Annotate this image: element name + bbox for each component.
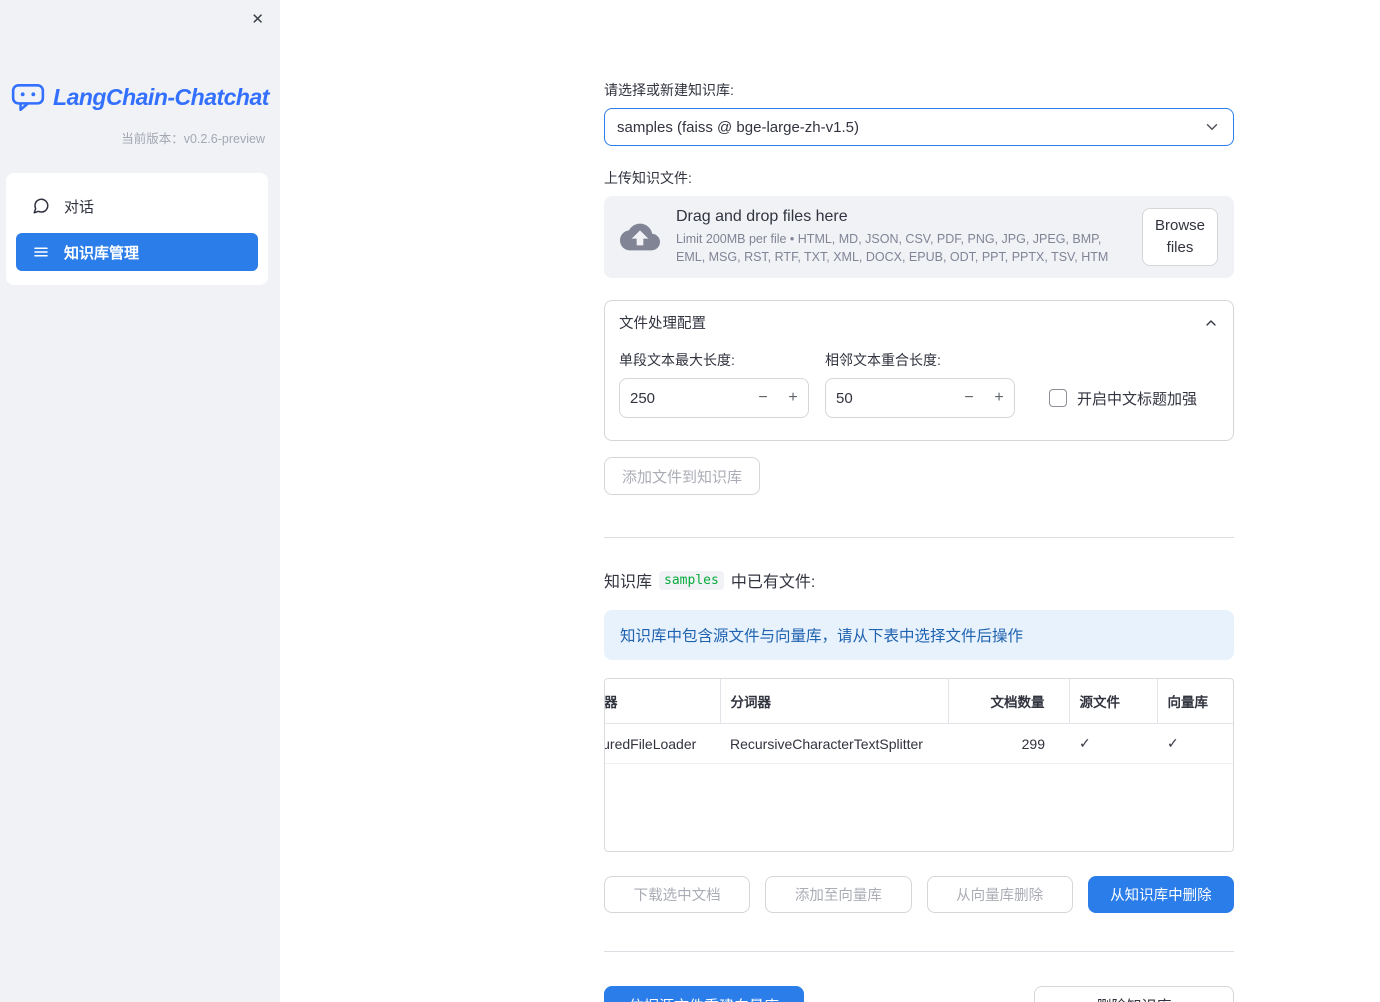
cell-source-file-check: ✓ <box>1069 723 1157 764</box>
chevron-up-icon <box>1203 315 1219 331</box>
overlap-size-label: 相邻文本重合长度: <box>825 352 941 368</box>
add-to-vectorstore-button[interactable]: 添加至向量库 <box>765 876 912 913</box>
kb-name-code: samples <box>659 570 724 590</box>
main-area: 请选择或新建知识库: samples (faiss @ bge-large-zh… <box>280 0 1380 1002</box>
chat-bubble-logo-icon <box>11 82 45 112</box>
file-config-expander: 文件处理配置 单段文本最大长度: − + 相邻文本重合 <box>604 300 1234 441</box>
existing-files-suffix: 中已有文件: <box>730 574 816 591</box>
zh-title-enhance-field: 开启中文标题加强 <box>1031 378 1197 418</box>
dropzone-limit-text: Limit 200MB per file • HTML, MD, JSON, C… <box>676 231 1109 264</box>
chunk-size-label: 单段文本最大长度: <box>619 352 735 368</box>
col-header-doc-count: 文档数量 <box>948 679 1070 724</box>
kb-selectbox[interactable]: samples (faiss @ bge-large-zh-v1.5) <box>604 108 1234 146</box>
cell-loader: UnstructuredFileLoader <box>605 723 720 764</box>
col-header-loader: 文档加载器 <box>605 679 721 724</box>
download-selected-button[interactable]: 下载选中文档 <box>604 876 751 913</box>
existing-files-prefix: 知识库 <box>604 574 653 591</box>
overlap-decrement-button[interactable]: − <box>954 379 984 417</box>
config-expander-header[interactable]: 文件处理配置 <box>605 301 1233 344</box>
chunk-size-increment-button[interactable]: + <box>778 379 808 417</box>
table-row[interactable]: UnstructuredFileLoader RecursiveCharacte… <box>605 723 1233 764</box>
delete-kb-button[interactable]: 删除知识库 <box>1034 986 1234 1002</box>
dropzone-title: Drag and drop files here <box>676 207 848 225</box>
overlap-increment-button[interactable]: + <box>984 379 1014 417</box>
list-icon <box>32 243 50 261</box>
existing-files-line: 知识库 samples 中已有文件: <box>604 568 1234 592</box>
divider <box>604 537 1234 538</box>
sidebar-item-label: 知识库管理 <box>64 244 140 262</box>
sidebar-item-kb-management[interactable]: 知识库管理 <box>16 233 258 271</box>
browse-files-button[interactable]: Browse files <box>1142 208 1218 266</box>
cell-doc-count: 299 <box>948 723 1069 764</box>
sidebar-item-label: 对话 <box>64 198 95 216</box>
kb-footer-actions: 依据源文件重建向量库 删除知识库 <box>604 986 1234 1002</box>
config-expander-title: 文件处理配置 <box>619 316 706 332</box>
uploader-label: 上传知识文件: <box>604 170 692 186</box>
sidebar: ✕ LangChain-Chatchat 当前版本：v0.2.6-preview… <box>0 0 280 1002</box>
rebuild-vectorstore-button[interactable]: 依据源文件重建向量库 <box>604 986 804 1002</box>
chat-icon <box>32 197 50 215</box>
file-dropzone[interactable]: Drag and drop files here Limit 200MB per… <box>604 196 1234 278</box>
info-banner: 知识库中包含源文件与向量库，请从下表中选择文件后操作 <box>604 610 1234 660</box>
kb-files-table: 文档加载器 分词器 文档数量 源文件 向量库 UnstructuredFileL… <box>604 678 1234 852</box>
sidebar-item-dialogue[interactable]: 对话 <box>16 187 258 225</box>
col-header-vector-store: 向量库 <box>1157 679 1233 724</box>
zh-title-enhance-label: 开启中文标题加强 <box>1077 390 1198 408</box>
overlap-size-input[interactable] <box>826 389 954 407</box>
kb-select-label: 请选择或新建知识库: <box>604 82 734 98</box>
chevron-down-icon <box>1203 118 1221 136</box>
cloud-upload-icon <box>620 222 660 252</box>
app-logo: LangChain-Chatchat <box>0 82 280 112</box>
chunk-size-input[interactable] <box>620 389 748 407</box>
col-header-splitter: 分词器 <box>720 679 949 724</box>
cell-splitter: RecursiveCharacterTextSplitter <box>720 723 948 764</box>
sidebar-nav: 对话 知识库管理 <box>6 173 268 285</box>
divider <box>604 951 1234 952</box>
zh-title-enhance-checkbox[interactable] <box>1049 389 1067 407</box>
overlap-size-input-group: − + <box>825 378 1015 418</box>
chunk-size-decrement-button[interactable]: − <box>748 379 778 417</box>
app-logo-text: LangChain-Chatchat <box>53 83 269 110</box>
version-label: 当前版本：v0.2.6-preview <box>121 132 265 146</box>
add-files-to-kb-button[interactable]: 添加文件到知识库 <box>604 457 761 495</box>
cell-vector-store-check: ✓ <box>1157 723 1233 764</box>
sidebar-close-button[interactable]: ✕ <box>247 8 268 31</box>
chunk-size-input-group: − + <box>619 378 809 418</box>
file-actions-row: 下载选中文档 添加至向量库 从向量库删除 从知识库中删除 <box>604 876 1234 913</box>
table-header-row: 文档加载器 分词器 文档数量 源文件 向量库 <box>605 679 1233 724</box>
kb-selectbox-value: samples (faiss @ bge-large-zh-v1.5) <box>617 118 859 136</box>
delete-from-kb-button[interactable]: 从知识库中删除 <box>1087 876 1234 913</box>
remove-from-vectorstore-button[interactable]: 从向量库删除 <box>926 876 1073 913</box>
col-header-source-file: 源文件 <box>1069 679 1158 724</box>
